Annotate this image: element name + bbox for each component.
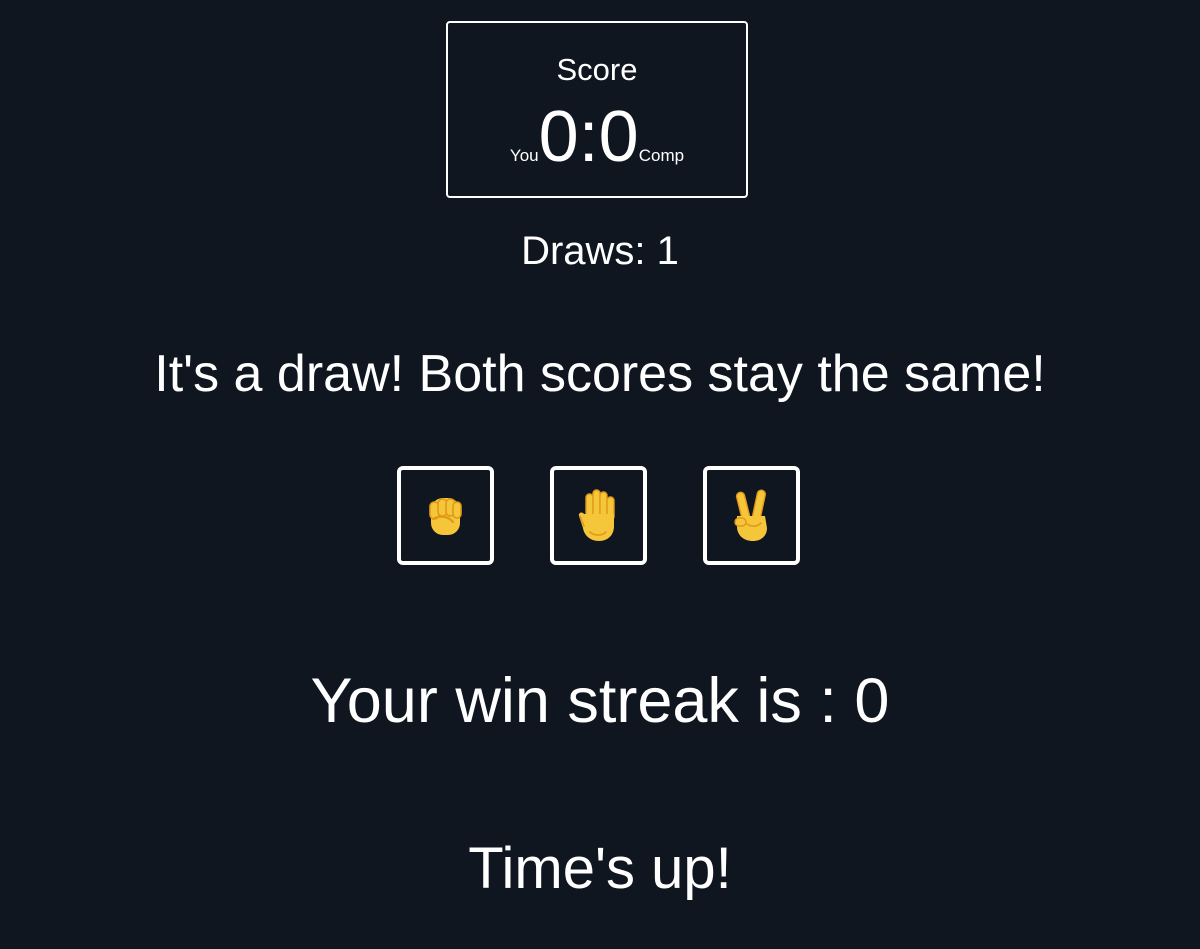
- choice-buttons: [0, 466, 1200, 565]
- player-score: 0: [538, 97, 579, 177]
- round-result-message: It's a draw! Both scores stay the same!: [154, 345, 1046, 403]
- scissors-button[interactable]: [703, 466, 800, 565]
- score-title: Score: [556, 52, 638, 87]
- raised-hand-icon: [578, 488, 615, 541]
- computer-score: 0: [598, 97, 639, 177]
- win-streak: Your win streak is : 0: [310, 666, 890, 736]
- computer-label: Comp: [638, 146, 685, 165]
- paper-button[interactable]: [550, 466, 647, 565]
- timer-status: Time's up!: [468, 836, 732, 901]
- game-page: Score You 0 : 0 Comp Draws: 1 It's a dra…: [0, 0, 1200, 949]
- score-separator: :: [578, 97, 599, 177]
- scoreboard: Score You 0 : 0 Comp: [446, 21, 748, 198]
- player-label: You: [509, 146, 539, 165]
- rock-button[interactable]: [397, 466, 494, 565]
- score-line: You 0 : 0 Comp: [448, 97, 746, 177]
- victory-hand-icon: [733, 489, 767, 541]
- draws-count: Draws: 1: [521, 229, 679, 273]
- raised-fist-icon: [428, 497, 462, 535]
